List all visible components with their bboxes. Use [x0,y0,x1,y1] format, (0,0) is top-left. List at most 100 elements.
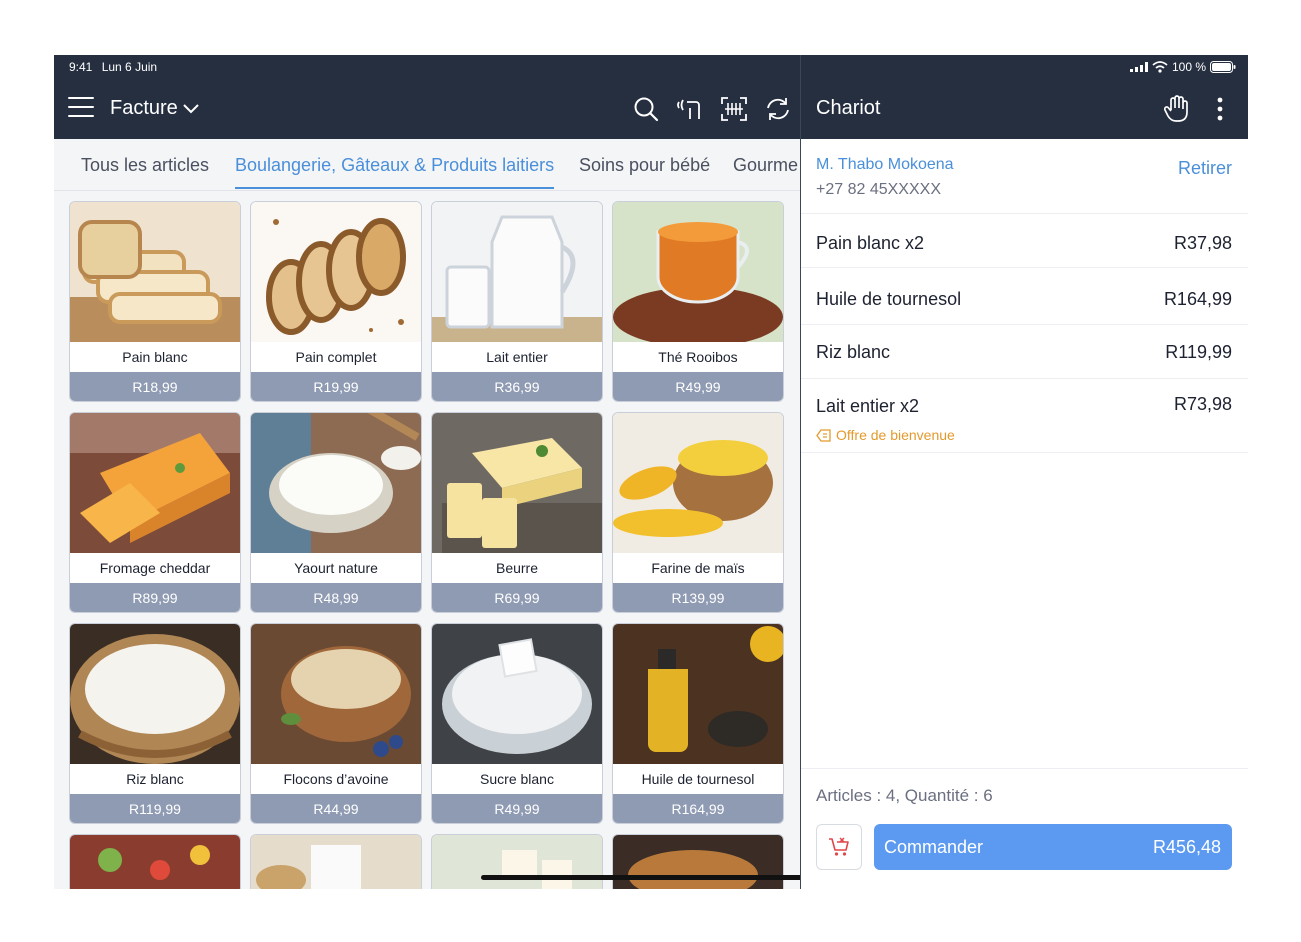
tab-all-items[interactable]: Tous les articles [81,155,209,176]
cheese-image [70,413,240,553]
tea-image [613,202,783,342]
cart-pane: 100 % Chariot M. Thabo Mokoena +27 82 45… [801,55,1248,889]
rice-image [70,624,240,764]
product-card[interactable]: Pain complet R19,99 [250,201,422,402]
category-tabs: Tous les articles Boulangerie, Gâteaux &… [54,139,800,191]
milk-image [432,202,602,342]
promo-tag: Offre de bienvenue [816,427,955,443]
customer-name[interactable]: M. Thabo Mokoena [816,156,954,174]
refresh-icon[interactable] [756,93,800,125]
app-window: 9:41 Lun 6 Juin Facture Tous les article… [54,55,1248,889]
cart-line-item[interactable]: Huile de tournesol R164,99 [801,268,1248,325]
remove-customer-button[interactable]: Retirer [1178,158,1232,179]
product-price: R49,99 [432,794,602,823]
invoice-header: 9:41 Lun 6 Juin Facture [54,55,800,139]
line-item-price: R164,99 [1163,289,1232,309]
product-name: Lait entier [432,342,602,372]
product-name: Flocons d’avoine [251,764,421,794]
status-time: 9:41 [69,60,93,74]
bread-image [70,202,240,342]
product-name: Pain blanc [70,342,240,372]
cart-header: 100 % Chariot [801,55,1248,139]
bread-image [613,835,783,889]
barcode-scan-icon[interactable] [712,93,756,125]
product-card[interactable] [69,834,241,889]
promo-label: Offre de bienvenue [836,427,955,443]
wifi-icon [1152,61,1168,73]
clear-cart-button[interactable] [816,824,862,870]
cart-footer: Articles : 4, Quantité : 6 Commander R45… [801,768,1248,889]
product-price: R44,99 [251,794,421,823]
line-item-price: R119,99 [1165,342,1232,362]
line-item-name: Pain blanc x2 [816,233,925,253]
oats-image [251,624,421,764]
clear-cart-icon [829,837,849,856]
invoice-title-dropdown[interactable]: Facture [110,97,199,120]
product-price: R89,99 [70,583,240,612]
product-card[interactable]: Flocons d’avoine R44,99 [250,623,422,824]
menu-icon[interactable] [68,97,94,117]
product-card[interactable]: Lait entier R36,99 [431,201,603,402]
tab-bakery-dairy[interactable]: Boulangerie, Gâteaux & Produits laitiers [235,155,555,189]
tab-baby-care[interactable]: Soins pour bébé [579,155,710,176]
product-card[interactable]: Fromage cheddar R89,99 [69,412,241,613]
cart-summary: Articles : 4, Quantité : 6 [816,786,993,805]
status-bar-right: 100 % [1126,60,1236,74]
more-options-icon[interactable] [1205,93,1235,125]
product-card[interactable] [612,834,784,889]
line-item-name: Lait entier x2 [816,396,920,416]
product-price: R48,99 [251,583,421,612]
cart-line-item[interactable]: Lait entier x2 R73,98 Offre de bienvenue [801,379,1248,453]
product-card[interactable]: Beurre R69,99 [431,412,603,613]
contactless-icon[interactable] [668,93,712,125]
line-item-name: Huile de tournesol [816,289,962,309]
product-card[interactable] [250,834,422,889]
status-date: Lun 6 Juin [101,60,158,74]
line-item-price: R37,98 [1173,233,1232,253]
yogurt-image [251,413,421,553]
customer-phone: +27 82 45XXXXX [816,181,941,198]
line-item-price: R73,98 [1173,394,1232,414]
order-button[interactable]: Commander R456,48 [874,824,1232,870]
search-icon[interactable] [624,93,668,125]
battery-level: 100 % [1171,60,1206,74]
maize-image [613,413,783,553]
salad-image [70,835,240,889]
product-name: Huile de tournesol [613,764,783,794]
cheese-image [432,835,602,889]
product-card[interactable]: Pain blanc R18,99 [69,201,241,402]
oil-image [613,624,783,764]
home-indicator [481,875,800,880]
order-total: R456,48 [1152,837,1221,857]
customer-info: M. Thabo Mokoena +27 82 45XXXXX Retirer [801,139,1248,214]
cart-line-item[interactable]: Pain blanc x2 R37,98 [801,214,1248,268]
product-name: Farine de maïs [613,553,783,583]
product-price: R49,99 [613,372,783,401]
product-card[interactable]: Thé Rooibos R49,99 [612,201,784,402]
product-card[interactable]: Sucre blanc R49,99 [431,623,603,824]
product-card[interactable]: Riz blanc R119,99 [69,623,241,824]
product-price: R139,99 [613,583,783,612]
product-card[interactable]: Huile de tournesol R164,99 [612,623,784,824]
product-price: R19,99 [251,372,421,401]
product-price: R36,99 [432,372,602,401]
product-card[interactable] [431,834,603,889]
page-title: Facture [110,97,178,119]
sugar-image [432,624,602,764]
status-bar-left: 9:41 Lun 6 Juin [69,60,163,74]
order-button-label: Commander [884,837,984,857]
product-card[interactable]: Farine de maïs R139,99 [612,412,784,613]
grains-image [251,835,421,889]
product-price: R18,99 [70,372,240,401]
bread-image [251,202,421,342]
tab-gourmet[interactable]: Gourme [733,155,798,176]
product-name: Yaourt nature [251,553,421,583]
cart-line-item[interactable]: Riz blanc R119,99 [801,325,1248,379]
hold-hand-icon[interactable] [1159,93,1195,125]
product-name: Riz blanc [70,764,240,794]
product-name: Fromage cheddar [70,553,240,583]
battery-icon [1210,61,1236,73]
product-name: Beurre [432,553,602,583]
product-card[interactable]: Yaourt nature R48,99 [250,412,422,613]
butter-image [432,413,602,553]
